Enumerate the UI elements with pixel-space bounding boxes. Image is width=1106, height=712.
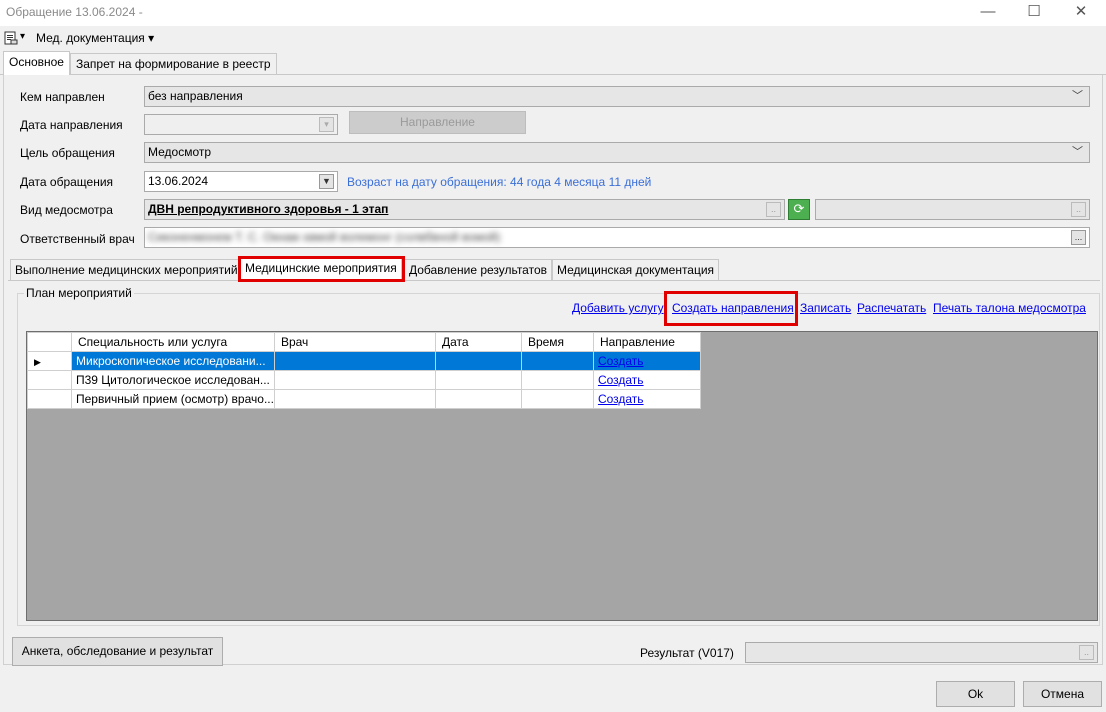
visit-date-picker[interactable]: 13.06.2024 ▼ <box>144 171 338 192</box>
activities-table: Специальность или услуга Врач Дата Время… <box>27 332 701 409</box>
col-service-header[interactable]: Специальность или услуга <box>71 332 275 352</box>
row-pointer-icon: ▶ <box>34 357 41 367</box>
close-button[interactable]: ✕ <box>1058 0 1104 26</box>
minimize-button[interactable]: — <box>965 0 1011 26</box>
row-pointer[interactable]: ▶ <box>27 351 72 371</box>
highlight-box-create-referrals <box>664 291 798 326</box>
row-header-corner <box>27 332 72 352</box>
record-link[interactable]: Записать <box>800 301 851 315</box>
cell-service[interactable]: Микроскопическое исследовани... <box>71 351 275 371</box>
tab-registry-ban[interactable]: Запрет на формирование в реестр <box>70 53 277 74</box>
cell-referral[interactable]: Создать <box>592 389 701 409</box>
document-icon[interactable] <box>4 31 18 48</box>
create-referral-link[interactable]: Создать <box>598 392 644 406</box>
visit-date-label: Дата обращения <box>20 175 114 189</box>
create-referral-link[interactable]: Создать <box>598 354 644 368</box>
referred-by-label: Кем направлен <box>20 90 105 104</box>
purpose-select[interactable]: Медосмотр ﹀ <box>144 142 1090 163</box>
maximize-button[interactable]: ☐ <box>1011 0 1057 26</box>
age-text: Возраст на дату обращения: 44 года 4 мес… <box>347 175 652 189</box>
cell-date[interactable] <box>434 351 522 371</box>
col-doctor-header[interactable]: Врач <box>273 332 436 352</box>
calendar-dropdown-icon[interactable]: ▾ <box>319 117 334 132</box>
col-referral-header[interactable]: Направление <box>592 332 701 352</box>
tab-medical-documentation[interactable]: Медицинская документация <box>552 259 720 280</box>
row-header[interactable] <box>27 389 72 409</box>
referral-button[interactable]: Направление <box>349 111 526 134</box>
ellipsis-button[interactable]: ... <box>1071 230 1086 245</box>
doctor-field[interactable]: Сиконенмонем Т. С. Окнам хвмой волемонг … <box>144 227 1090 248</box>
activities-grid[interactable]: Специальность или услуга Врач Дата Время… <box>26 331 1098 621</box>
chevron-down-icon: ﹀ <box>1072 90 1083 102</box>
result-field[interactable]: .. <box>745 642 1098 663</box>
inner-tabstrip-divider <box>8 280 1100 281</box>
visit-date-value: 13.06.2024 <box>148 174 209 188</box>
title-bar: Обращение 13.06.2024 - — ☐ ✕ <box>0 0 1106 26</box>
print-ticket-link[interactable]: Печать талона медосмотра <box>933 301 1086 315</box>
print-link[interactable]: Распечатать <box>857 301 926 315</box>
referral-date-picker[interactable]: ▾ <box>144 114 338 135</box>
cell-date[interactable] <box>434 389 522 409</box>
add-service-link[interactable]: Добавить услугу <box>572 301 664 315</box>
tab-main[interactable]: Основное <box>3 51 70 75</box>
doctor-value: Сиконенмонем Т. С. Окнам хвмой волемонг … <box>148 230 501 244</box>
ellipsis-icon[interactable]: .. <box>1071 202 1086 217</box>
plan-group-label: План мероприятий <box>24 286 134 300</box>
tab-medical-activities-execution[interactable]: Выполнение медицинских мероприятий <box>10 259 243 280</box>
cell-doctor[interactable] <box>273 351 436 371</box>
highlight-box-tab <box>238 256 405 282</box>
refresh-icon[interactable]: ⟳ <box>788 199 810 220</box>
col-date-header[interactable]: Дата <box>434 332 522 352</box>
window-title: Обращение 13.06.2024 - <box>6 5 143 19</box>
exam-type-field[interactable]: ДВН репродуктивного здоровья - 1 этап .. <box>144 199 785 220</box>
survey-button[interactable]: Анкета, обследование и результат <box>12 637 223 666</box>
ok-button[interactable]: Ok <box>936 681 1015 707</box>
cell-doctor[interactable] <box>273 370 436 390</box>
tab-add-results[interactable]: Добавление результатов <box>404 259 553 280</box>
cell-doctor[interactable] <box>273 389 436 409</box>
referral-date-label: Дата направления <box>20 118 123 132</box>
doctor-label: Ответственный врач <box>20 232 135 246</box>
referred-by-value: без направления <box>148 89 243 103</box>
referred-by-select[interactable]: без направления ﹀ <box>144 86 1090 107</box>
chevron-down-icon[interactable]: ▾ <box>20 31 25 42</box>
menu-bar: ▾ Мед. документация ▾ <box>0 26 1106 50</box>
cell-service[interactable]: П39 Цитологическое исследован... <box>71 370 275 390</box>
exam-type-value: ДВН репродуктивного здоровья - 1 этап <box>148 202 389 216</box>
row-header[interactable] <box>27 370 72 390</box>
create-referral-link[interactable]: Создать <box>598 373 644 387</box>
exam-type-label: Вид медосмотра <box>20 203 113 217</box>
cell-service[interactable]: Первичный прием (осмотр) врачо... <box>71 389 275 409</box>
cell-referral[interactable]: Создать <box>592 351 701 371</box>
table-row[interactable]: Первичный прием (осмотр) врачо... Создат… <box>27 389 701 409</box>
table-header-row: Специальность или услуга Врач Дата Время… <box>27 332 701 352</box>
cell-time[interactable] <box>520 351 594 371</box>
ellipsis-icon[interactable]: .. <box>1079 645 1094 660</box>
table-row[interactable]: П39 Цитологическое исследован... Создать <box>27 370 701 390</box>
calendar-dropdown-icon[interactable]: ▼ <box>319 174 334 189</box>
table-row[interactable]: ▶ Микроскопическое исследовани... Создат… <box>27 351 701 371</box>
cancel-button[interactable]: Отмена <box>1023 681 1102 707</box>
med-docs-menu[interactable]: Мед. документация ▾ <box>36 31 154 45</box>
cell-time[interactable] <box>520 389 594 409</box>
col-time-header[interactable]: Время <box>520 332 594 352</box>
exam-extra-field[interactable]: .. <box>815 199 1090 220</box>
result-label: Результат (V017) <box>640 646 734 660</box>
purpose-value: Медосмотр <box>148 145 212 159</box>
chevron-down-icon: ﹀ <box>1072 146 1083 158</box>
cell-time[interactable] <box>520 370 594 390</box>
purpose-label: Цель обращения <box>20 146 115 160</box>
ellipsis-icon[interactable]: .. <box>766 202 781 217</box>
cell-referral[interactable]: Создать <box>592 370 701 390</box>
cell-date[interactable] <box>434 370 522 390</box>
